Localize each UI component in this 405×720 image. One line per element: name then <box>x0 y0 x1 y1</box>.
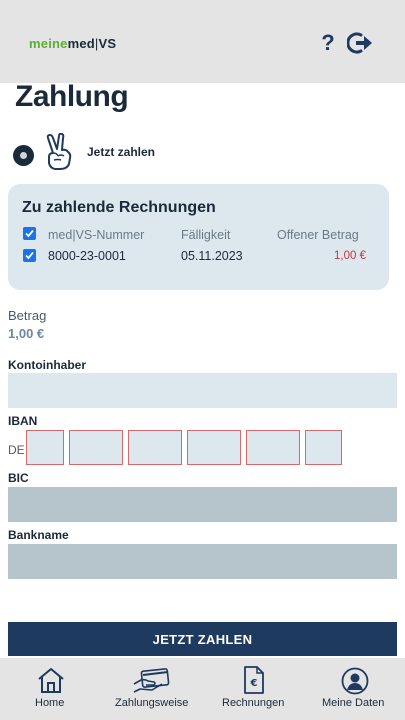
home-icon <box>38 668 64 693</box>
svg-text:€: € <box>250 678 258 689</box>
nav-item-payment[interactable]: Zahlungsweise <box>110 658 194 720</box>
iban-field-6[interactable] <box>305 430 342 465</box>
amount-label: Betrag <box>8 308 47 323</box>
iban-field-1[interactable] <box>26 430 64 465</box>
payment-method-radio[interactable] <box>13 145 34 166</box>
payment-screen: meinemed|VS ? Zahlung Jetzt zahlen Zu za… <box>0 0 405 720</box>
nav-label-profile: Meine Daten <box>322 697 385 709</box>
help-icon[interactable]: ? <box>318 30 338 56</box>
invoices-card-title: Zu zahlende Rechnungen <box>22 199 216 216</box>
invoice-due-date: 05.11.2023 <box>181 249 243 263</box>
column-header-number: med|VS-Nummer <box>48 228 145 242</box>
account-holder-label: Kontoinhaber <box>8 358 86 372</box>
logo-part-med: med <box>67 36 95 51</box>
iban-field-4[interactable] <box>187 430 241 465</box>
select-all-checkbox[interactable] <box>23 227 36 240</box>
user-profile-icon <box>341 667 369 695</box>
app-logo: meinemed|VS <box>29 36 116 51</box>
payment-card-icon <box>133 668 170 693</box>
bic-input[interactable] <box>8 487 397 522</box>
nav-label-home: Home <box>35 697 65 709</box>
nav-label-payment: Zahlungsweise <box>115 697 189 709</box>
column-header-due: Fälligkeit <box>181 228 231 242</box>
payment-method-label: Jetzt zahlen <box>87 145 156 159</box>
logo-part-meine: meine <box>29 36 68 51</box>
invoice-euro-icon: € <box>244 666 264 694</box>
page-title: Zahlung <box>15 80 129 113</box>
logo-part-vs: VS <box>98 36 117 51</box>
bottom-navigation: Home Zahlungsweise € Rechnungen Meine Da… <box>0 658 405 720</box>
iban-field-2[interactable] <box>69 430 123 465</box>
bank-name-input[interactable] <box>8 544 397 579</box>
iban-country-prefix: DE <box>8 443 25 457</box>
column-header-amount: Offener Betrag <box>277 228 359 242</box>
peace-hand-icon <box>44 132 74 171</box>
invoice-number: 8000-23-0001 <box>48 249 126 263</box>
nav-item-profile[interactable]: Meine Daten <box>318 658 392 720</box>
nav-item-home[interactable]: Home <box>20 658 82 720</box>
bic-label: BIC <box>8 471 29 485</box>
invoice-open-amount: 1,00 € <box>334 250 366 262</box>
nav-label-invoices: Rechnungen <box>222 697 285 709</box>
top-bar: meinemed|VS ? <box>0 0 405 83</box>
invoices-card: Zu zahlende Rechnungen med|VS-Nummer Fäl… <box>8 184 389 290</box>
iban-label: IBAN <box>8 414 38 428</box>
invoice-row-checkbox[interactable] <box>23 249 36 262</box>
account-holder-input[interactable] <box>8 373 397 408</box>
amount-value: 1,00 € <box>8 326 45 341</box>
pay-now-button[interactable]: JETZT ZAHLEN <box>8 622 397 656</box>
bank-name-label: Bankname <box>8 528 69 542</box>
iban-field-3[interactable] <box>128 430 182 465</box>
iban-field-5[interactable] <box>246 430 300 465</box>
nav-item-invoices[interactable]: € Rechnungen <box>218 658 290 720</box>
logout-icon[interactable] <box>346 31 373 55</box>
